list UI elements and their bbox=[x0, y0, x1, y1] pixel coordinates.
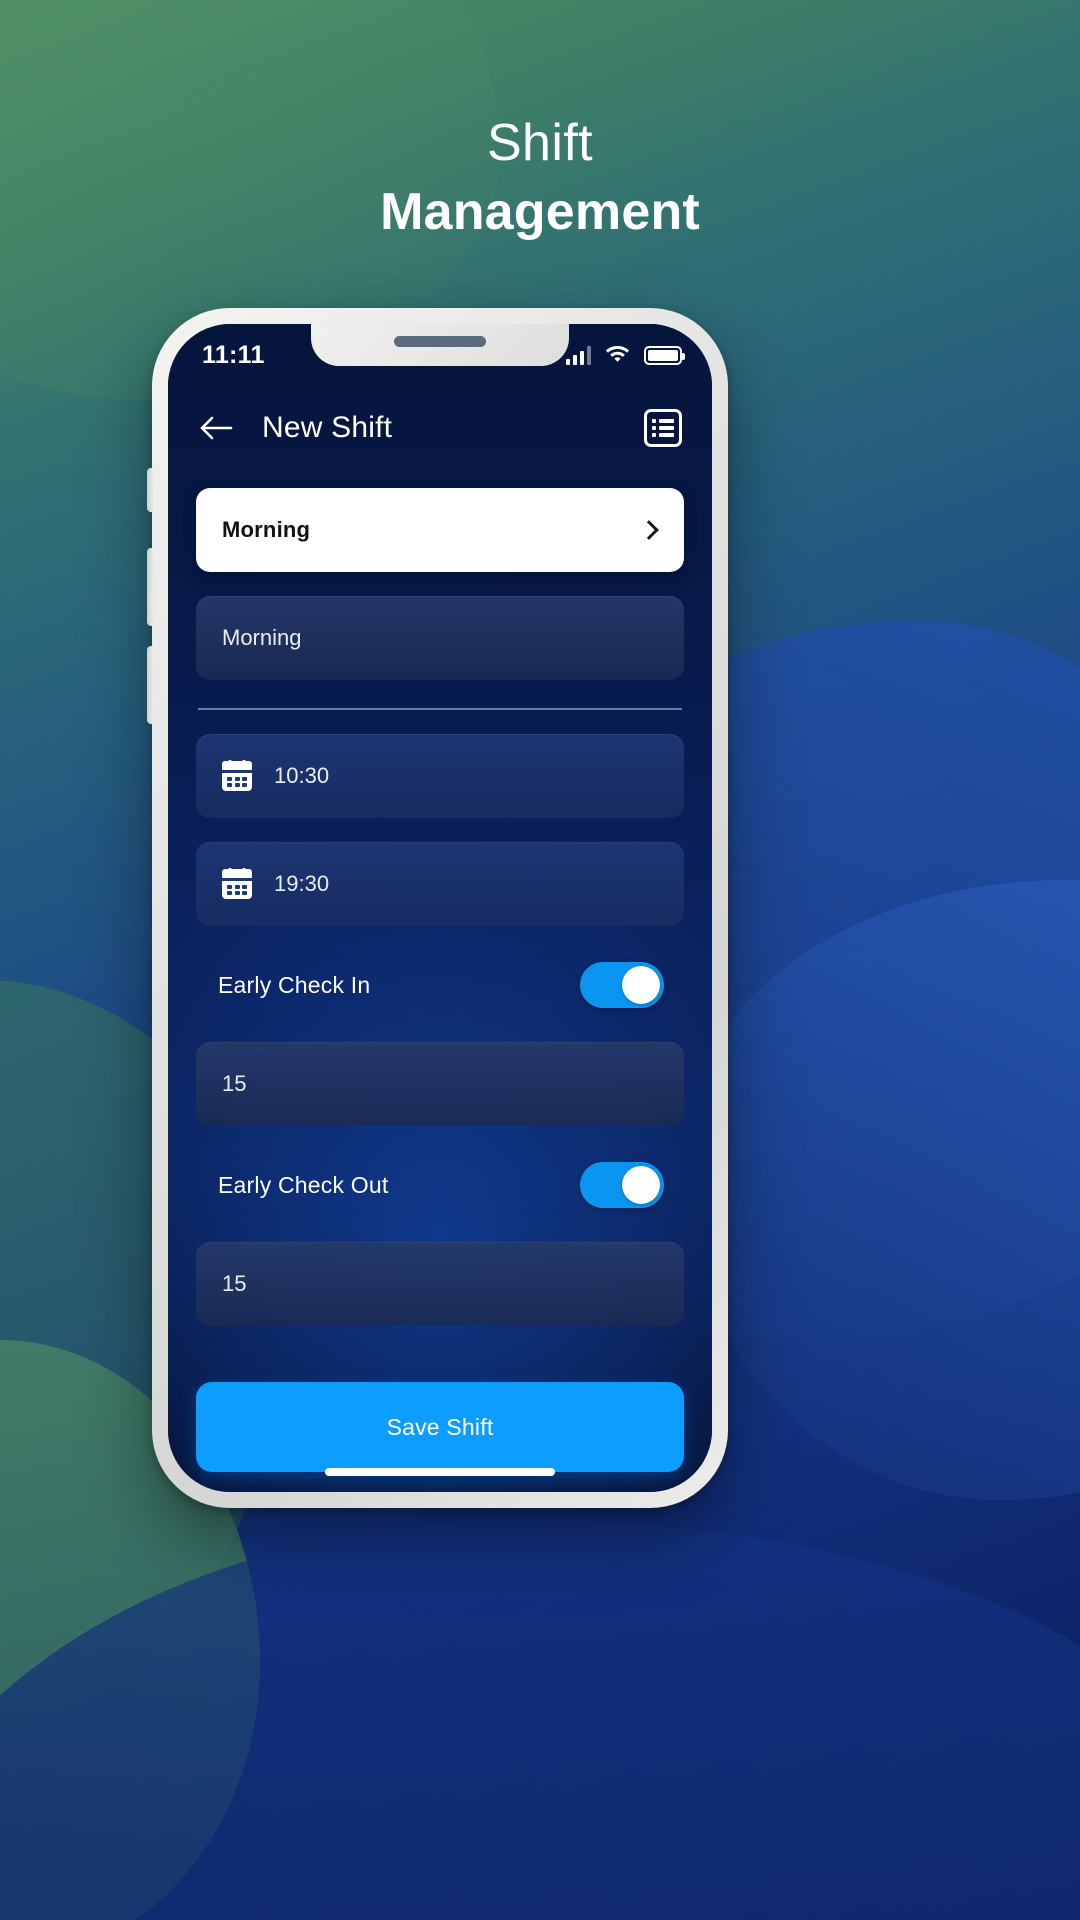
shift-name-value: Morning bbox=[222, 625, 302, 650]
early-check-out-toggle[interactable] bbox=[580, 1162, 664, 1208]
phone-screen: 11:11 New Shift Morning Morning 10:30 19… bbox=[168, 324, 712, 1492]
phone-volume-down-button bbox=[147, 646, 153, 724]
calendar-icon bbox=[222, 760, 252, 791]
home-indicator[interactable] bbox=[325, 1468, 555, 1476]
shift-form: Morning Morning 10:30 19:30 Early Check … bbox=[168, 474, 712, 1492]
phone-mute-switch bbox=[147, 468, 153, 512]
battery-icon bbox=[644, 345, 685, 365]
shift-type-value: Morning bbox=[222, 517, 311, 542]
form-divider bbox=[198, 708, 682, 710]
headline-line-one: Shift bbox=[486, 114, 594, 172]
earpiece-speaker bbox=[394, 336, 486, 347]
early-check-out-minutes-input[interactable]: 15 bbox=[196, 1242, 684, 1326]
early-check-out-row: Early Check Out bbox=[196, 1152, 684, 1218]
start-time-value: 10:30 bbox=[274, 763, 330, 788]
shift-name-input[interactable]: Morning bbox=[196, 596, 684, 680]
wifi-icon bbox=[605, 343, 630, 367]
save-shift-button[interactable]: Save Shift bbox=[196, 1382, 684, 1472]
early-check-out-label: Early Check Out bbox=[218, 1171, 389, 1198]
calendar-icon bbox=[222, 868, 252, 899]
form-spacer bbox=[196, 1326, 684, 1382]
promo-background: Shift Management 11:11 New Shift Morning… bbox=[0, 0, 1080, 1920]
start-time-input[interactable]: 10:30 bbox=[196, 734, 684, 818]
phone-notch bbox=[311, 324, 569, 366]
early-check-in-label: Early Check In bbox=[218, 971, 371, 998]
end-time-value: 19:30 bbox=[274, 871, 330, 896]
phone-device-frame: 11:11 New Shift Morning Morning 10:30 19… bbox=[147, 308, 728, 1508]
early-check-out-minutes-value: 15 bbox=[222, 1271, 247, 1296]
early-check-in-minutes-value: 15 bbox=[222, 1071, 247, 1096]
early-check-in-toggle[interactable] bbox=[580, 962, 664, 1008]
app-bar: New Shift bbox=[168, 382, 712, 474]
status-time: 11:11 bbox=[202, 340, 265, 369]
status-icons-group bbox=[565, 339, 685, 367]
early-check-in-minutes-input[interactable]: 15 bbox=[196, 1042, 684, 1126]
headline-line-two: Management bbox=[380, 183, 700, 242]
signal-icon bbox=[565, 345, 591, 365]
back-arrow-icon[interactable] bbox=[196, 408, 236, 448]
early-check-in-row: Early Check In bbox=[196, 952, 684, 1018]
list-view-icon[interactable] bbox=[644, 409, 682, 447]
page-title: New Shift bbox=[262, 411, 393, 444]
phone-volume-up-button bbox=[147, 548, 153, 626]
end-time-input[interactable]: 19:30 bbox=[196, 842, 684, 926]
promo-headline: Shift Management bbox=[0, 112, 1080, 245]
chevron-right-icon bbox=[639, 520, 659, 540]
shift-type-select[interactable]: Morning bbox=[196, 488, 684, 572]
